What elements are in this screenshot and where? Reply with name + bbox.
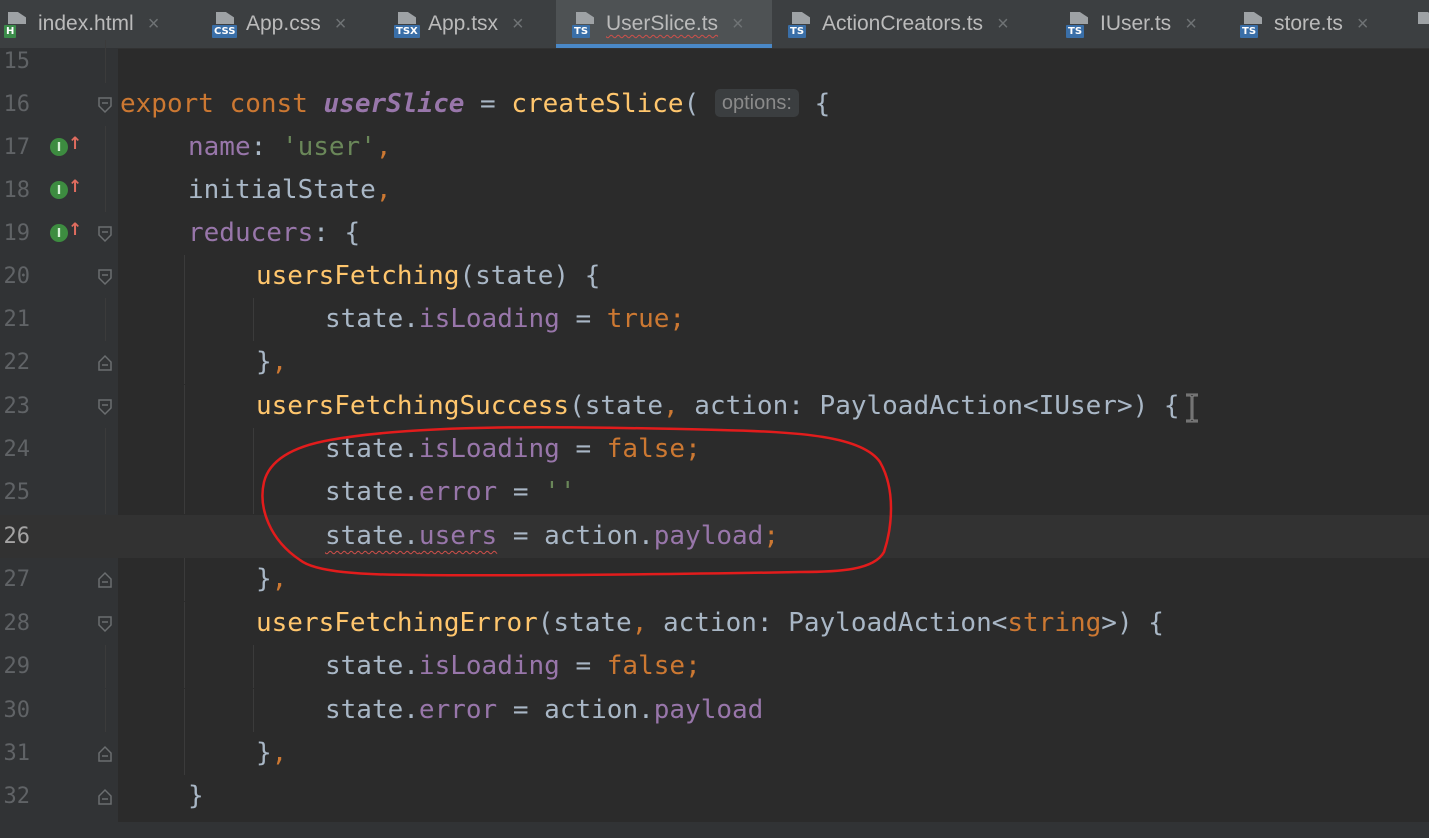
fold-collapse-icon[interactable] — [97, 96, 113, 114]
code-text: state.users = action.payload; — [325, 521, 779, 551]
code-line-current: 26 state.users = action.payload; — [0, 515, 1429, 558]
code-text: state.isLoading = false; — [325, 651, 701, 681]
fold-end-icon[interactable] — [97, 745, 113, 763]
close-icon[interactable]: × — [512, 13, 524, 36]
line-number: 16 — [3, 92, 31, 117]
code-line: 22 }, — [0, 341, 1429, 384]
fold-collapse-icon[interactable] — [97, 398, 113, 416]
close-icon[interactable]: × — [148, 13, 160, 36]
code-text: state.isLoading = true; — [325, 304, 686, 334]
bottom-partial-bar — [0, 822, 1429, 838]
code-text: state.isLoading = false; — [325, 434, 701, 464]
fold-collapse-icon[interactable] — [97, 225, 113, 243]
implements-gutter-icon[interactable]: I ↑ — [50, 134, 82, 158]
parameter-hint: options: — [714, 89, 799, 117]
code-line: 17 I ↑ name: 'user', — [0, 126, 1429, 169]
tab-label: IUser.ts — [1100, 12, 1172, 35]
fold-collapse-icon[interactable] — [97, 615, 113, 633]
line-number: 20 — [3, 264, 31, 289]
code-line: 30 state.error = action.payload — [0, 689, 1429, 732]
code-text: }, — [256, 564, 288, 594]
ts-file-icon — [1414, 10, 1429, 38]
line-number: 28 — [3, 611, 31, 636]
line-number: 25 — [3, 480, 31, 505]
fold-end-icon[interactable] — [97, 571, 113, 589]
line-number: 15 — [3, 49, 31, 74]
line-number: 32 — [3, 784, 31, 809]
code-line: 27 }, — [0, 558, 1429, 601]
line-number: 29 — [3, 654, 31, 679]
code-line: 31 }, — [0, 732, 1429, 775]
code-text: usersFetchingSuccess(state, action: Payl… — [256, 391, 1180, 421]
tab-label: App.css — [246, 12, 321, 35]
close-icon[interactable]: × — [732, 13, 744, 36]
code-text: state.error = action.payload — [325, 695, 764, 725]
line-number: 26 — [3, 524, 31, 549]
code-line: 25 state.error = '' — [0, 471, 1429, 514]
code-line: 21 state.isLoading = true; — [0, 298, 1429, 341]
code-text: export const userSlice = createSlice( op… — [120, 89, 831, 119]
tab-label: UserSlice.ts — [606, 12, 719, 35]
tab-label: index.html — [38, 12, 134, 35]
close-icon[interactable]: × — [335, 13, 347, 36]
close-icon[interactable]: × — [1357, 13, 1369, 36]
line-number: 23 — [3, 394, 31, 419]
line-number: 19 — [3, 221, 31, 246]
css-file-icon: CSS — [212, 10, 238, 38]
close-icon[interactable]: × — [1185, 13, 1197, 36]
tab-label: ActionCreators.ts — [822, 12, 984, 35]
code-text: initialState, — [188, 175, 392, 205]
code-line: 24 state.isLoading = false; — [0, 428, 1429, 471]
line-number: 24 — [3, 437, 31, 462]
code-text: name: 'user', — [188, 132, 392, 162]
code-line: 28 usersFetchingError(state, action: Pay… — [0, 602, 1429, 645]
code-text: }, — [256, 347, 288, 377]
line-number: 27 — [3, 567, 31, 592]
line-number: 22 — [3, 350, 31, 375]
implements-gutter-icon[interactable]: I ↑ — [50, 177, 82, 201]
code-text: usersFetchingError(state, action: Payloa… — [256, 608, 1164, 638]
tsx-file-icon: TSX — [394, 10, 420, 38]
fold-end-icon[interactable] — [97, 354, 113, 372]
ts-file-icon: TS — [788, 10, 814, 38]
code-line: 29 state.isLoading = false; — [0, 645, 1429, 688]
code-line: 16 export const userSlice = createSlice(… — [0, 83, 1429, 126]
code-line: 32 } — [0, 775, 1429, 818]
text-cursor-icon — [1186, 393, 1198, 423]
line-number: 31 — [3, 741, 31, 766]
tab-label: App.tsx — [428, 12, 499, 35]
line-number: 18 — [3, 178, 31, 203]
close-icon[interactable]: × — [997, 13, 1009, 36]
line-number: 17 — [3, 135, 31, 160]
code-text: reducers: { — [188, 218, 361, 248]
line-number: 30 — [3, 698, 31, 723]
code-text: } — [188, 781, 204, 811]
code-line: 15 — [0, 40, 1429, 83]
code-text: }, — [256, 738, 288, 768]
code-editor[interactable]: 15 16 export const userSlice = createSli… — [0, 40, 1429, 838]
fold-collapse-icon[interactable] — [97, 268, 113, 286]
tab-label: store.ts — [1274, 12, 1343, 35]
ts-file-icon: TS — [1066, 10, 1092, 38]
code-line: 19 I ↑ reducers: { — [0, 212, 1429, 255]
implements-gutter-icon[interactable]: I ↑ — [50, 220, 82, 244]
code-text: state.error = '' — [325, 477, 576, 507]
line-number: 21 — [3, 307, 31, 332]
code-line: 23 usersFetchingSuccess(state, action: P… — [0, 385, 1429, 428]
html-file-icon: H — [4, 10, 30, 38]
ts-file-icon: TS — [572, 10, 598, 38]
ts-file-icon: TS — [1240, 10, 1266, 38]
code-line: 18 I ↑ initialState, — [0, 169, 1429, 212]
fold-end-icon[interactable] — [97, 788, 113, 806]
code-text: usersFetching(state) { — [256, 261, 601, 291]
code-line: 20 usersFetching(state) { — [0, 255, 1429, 298]
